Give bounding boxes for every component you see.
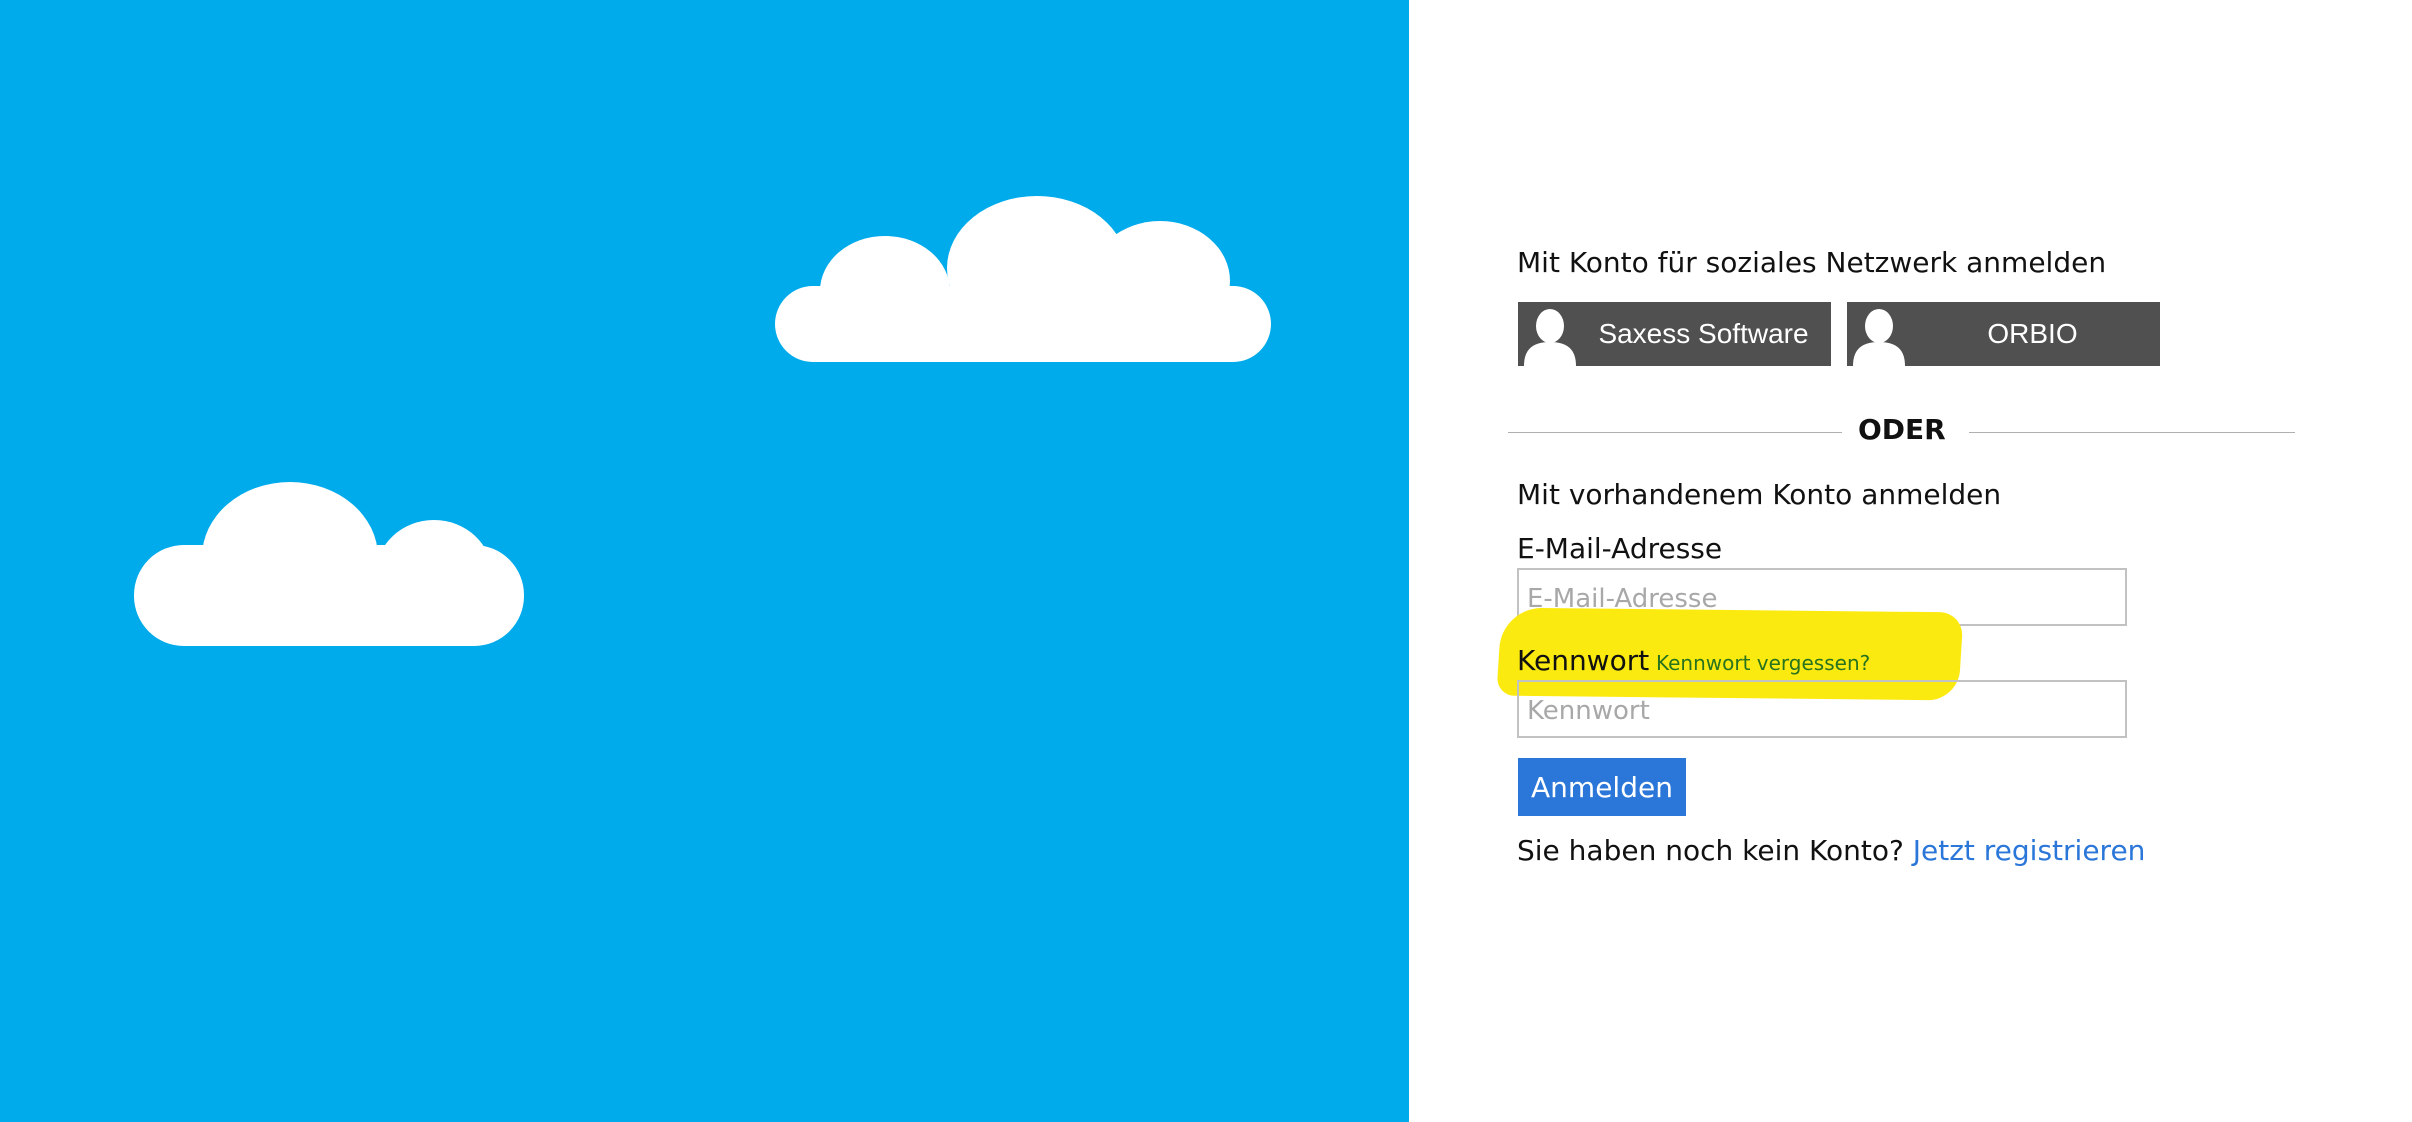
social-button-label: Saxess Software <box>1598 318 1809 349</box>
social-login-saxess-button[interactable]: Saxess Software <box>1518 302 1831 366</box>
person-icon <box>1522 306 1578 366</box>
password-field[interactable] <box>1517 680 2127 738</box>
local-login-heading: Mit vorhandenem Konto anmelden <box>1517 478 2002 511</box>
password-label: Kennwort <box>1517 644 1650 677</box>
login-page: Mit Konto für soziales Netzwerk anmelden… <box>0 0 2412 1122</box>
register-prompt-text: Sie haben noch kein Konto? <box>1517 834 1904 867</box>
register-link[interactable]: Jetzt registrieren <box>1913 834 2146 867</box>
sky-panel <box>0 0 1409 1122</box>
sign-in-button[interactable]: Anmelden <box>1518 758 1686 816</box>
divider-line-left <box>1508 432 1842 433</box>
email-label: E-Mail-Adresse <box>1517 532 1723 565</box>
cloud-image-top <box>775 196 1271 362</box>
cloud-image-bottom <box>134 482 524 646</box>
social-login-heading: Mit Konto für soziales Netzwerk anmelden <box>1517 246 2107 279</box>
social-login-orbio-button[interactable]: ORBIO <box>1847 302 2160 366</box>
register-prompt-line: Sie haben noch kein Konto? Jetzt registr… <box>1517 834 2145 867</box>
divider-or-text: ODER <box>1858 413 1946 446</box>
login-panel: Mit Konto für soziales Netzwerk anmelden… <box>1409 0 2412 1122</box>
social-button-label: ORBIO <box>1987 318 2078 349</box>
person-icon <box>1851 306 1907 366</box>
divider-line-right <box>1969 432 2295 433</box>
forgot-password-link[interactable]: Kennwort vergessen? <box>1656 651 1870 675</box>
